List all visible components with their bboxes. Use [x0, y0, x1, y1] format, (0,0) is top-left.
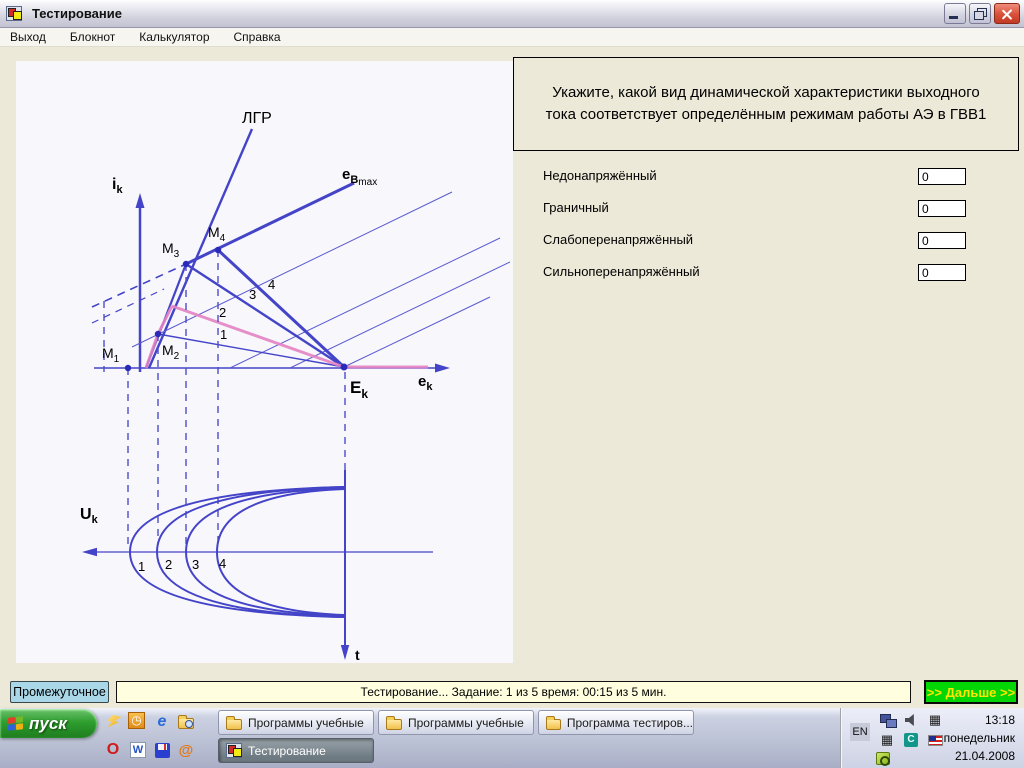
answer-label-undervoltage: Недонапряжённый — [543, 168, 657, 183]
network-icon[interactable] — [878, 711, 897, 729]
status-bar: Тестирование... Задание: 1 из 5 время: 0… — [116, 681, 911, 703]
teal-app-icon[interactable]: C — [902, 731, 920, 749]
question-box: Укажите, какой вид динамической характер… — [513, 57, 1019, 151]
grid-icon[interactable]: ▦ — [878, 731, 896, 749]
taskbar-button-programs-1[interactable]: Программы учебные — [218, 710, 374, 735]
t-axis-label: t — [355, 647, 360, 663]
answer-input-boundary[interactable] — [918, 200, 966, 217]
quicklaunch-word-icon[interactable]: W — [128, 740, 148, 760]
svg-text:4: 4 — [268, 277, 275, 292]
answer-input-weak-overvoltage[interactable] — [918, 232, 966, 249]
quicklaunch-opera-icon[interactable]: O — [103, 740, 123, 760]
tray-date: 21.04.2008 — [954, 749, 1015, 763]
m1-label: M1 — [102, 345, 120, 365]
m3-label: M3 — [162, 240, 180, 260]
app-icon — [6, 6, 22, 21]
flag-icon[interactable] — [926, 731, 944, 749]
menu-item-notepad[interactable]: Блокнот — [58, 28, 127, 47]
taskbar-button-programs-2[interactable]: Программы учебные — [378, 710, 534, 735]
restore-button[interactable] — [969, 3, 991, 24]
lgr-label: ЛГР — [242, 110, 272, 127]
language-indicator[interactable]: EN — [850, 723, 870, 741]
status-text: Тестирование... Задание: 1 из 5 время: 0… — [360, 685, 667, 699]
minimize-icon — [949, 16, 958, 19]
tray-time: 13:18 — [984, 713, 1015, 727]
menu-item-help[interactable]: Справка — [222, 28, 293, 47]
menu-item-calculator[interactable]: Калькулятор — [127, 28, 221, 47]
menu-item-exit[interactable]: Выход — [0, 28, 58, 47]
svg-text:2: 2 — [219, 305, 226, 320]
svg-text:3: 3 — [249, 287, 256, 302]
keyboard-grid-icon[interactable]: ▦ — [926, 711, 944, 729]
quicklaunch-clock-icon[interactable]: ◷ — [128, 712, 145, 729]
system-tray: EN ▦ ▦ C 13:18 понедельник 21.04.2008 — [840, 708, 1024, 768]
tray-day: понедельник — [943, 731, 1015, 745]
intermediate-button[interactable]: Промежуточное — [10, 681, 109, 703]
svg-text:2: 2 — [165, 557, 172, 572]
m2-label: M2 — [162, 342, 180, 362]
close-button[interactable] — [994, 3, 1020, 24]
svg-text:4: 4 — [219, 556, 226, 571]
next-button[interactable]: >> Дальше >> — [924, 680, 1018, 704]
answer-input-strong-overvoltage[interactable] — [918, 264, 966, 281]
answer-label-boundary: Граничный — [543, 200, 609, 215]
svg-text:1: 1 — [138, 559, 145, 574]
svg-text:1: 1 — [220, 327, 227, 342]
svg-text:3: 3 — [192, 557, 199, 572]
quicklaunch-folder-search-icon[interactable] — [176, 712, 196, 732]
answer-label-strong-overvoltage: Сильноперенапряжённый — [543, 264, 700, 279]
taskbar-button-testing-active[interactable]: Тестирование — [218, 738, 374, 763]
quicklaunch-save-icon[interactable] — [152, 740, 172, 760]
Ek-label: Ek — [350, 378, 368, 401]
characteristics-diagram: ЛГР ik eBmax ek Ek Uk t M1 M2 M3 M4 1 2 … — [80, 110, 511, 663]
answer-input-undervoltage[interactable] — [918, 168, 966, 185]
folder-icon — [386, 715, 402, 730]
windows-logo-icon — [8, 716, 23, 731]
start-button[interactable]: пуск — [0, 709, 97, 738]
question-text: Укажите, какой вид динамической характер… — [545, 84, 987, 123]
curve-number-labels: 1 2 3 4 — [138, 556, 226, 574]
tray-clock[interactable]: 13:18 понедельник 21.04.2008 — [944, 711, 1015, 765]
answer-label-weak-overvoltage: Слабоперенапряжённый — [543, 232, 694, 247]
ek-axis-label: ek — [418, 373, 433, 393]
ik-axis-label: ik — [112, 176, 123, 196]
quicklaunch-internet-explorer-icon[interactable]: e — [152, 712, 172, 732]
client-area: ЛГР ik eBmax ek Ek Uk t M1 M2 M3 M4 1 2 … — [0, 47, 1024, 708]
nvidia-icon[interactable] — [874, 749, 892, 767]
quicklaunch-lightning-icon[interactable] — [103, 712, 123, 732]
menu-bar: Выход Блокнот Калькулятор Справка — [0, 28, 1024, 47]
volume-icon[interactable] — [902, 711, 920, 729]
application-window: Тестирование Выход Блокнот Калькулятор С… — [0, 0, 1024, 768]
m4-label: M4 — [208, 224, 226, 244]
quicklaunch-mail-icon[interactable]: @ — [176, 740, 196, 760]
taskbar: пуск ◷ e O W @ Программы учебные Програм… — [0, 708, 1024, 768]
folder-icon — [226, 715, 242, 730]
app-icon — [226, 743, 242, 758]
taskbar-button-test-program[interactable]: Программа тестиров... — [538, 710, 694, 735]
title-bar: Тестирование — [0, 0, 1024, 28]
minimize-button[interactable] — [944, 3, 966, 24]
folder-icon — [546, 715, 561, 730]
uk-axis-label: Uk — [80, 506, 99, 526]
diagram-image: ЛГР ik eBmax ek Ek Uk t M1 M2 M3 M4 1 2 … — [16, 61, 513, 663]
window-title: Тестирование — [32, 6, 122, 21]
